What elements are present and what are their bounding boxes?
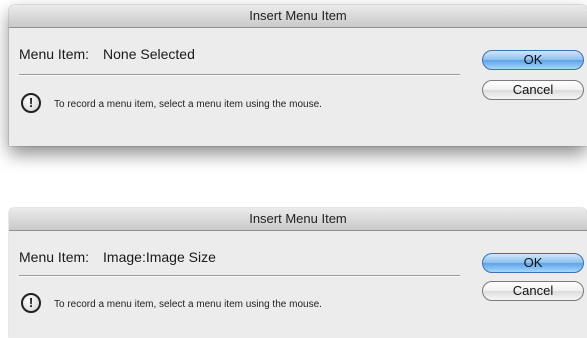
insert-menu-item-dialog: Insert Menu Item Menu Item: None Selected… xyxy=(9,5,587,146)
cancel-button[interactable]: Cancel xyxy=(482,80,584,100)
ok-button[interactable]: OK xyxy=(482,50,584,70)
hint-text: To record a menu item, select a menu ite… xyxy=(54,299,322,310)
hint-text: To record a menu item, select a menu ite… xyxy=(54,99,322,110)
menu-item-value: None Selected xyxy=(103,46,195,62)
insert-menu-item-dialog: Insert Menu Item Menu Item: Image:Image S… xyxy=(9,208,587,338)
ok-button[interactable]: OK xyxy=(482,253,584,273)
separator xyxy=(19,74,460,76)
menu-item-row: Menu Item: Image:Image Size xyxy=(19,249,216,265)
dialog-title: Insert Menu Item xyxy=(9,208,587,231)
screenshot-stage: Insert Menu Item Menu Item: None Selected… xyxy=(0,0,587,338)
separator xyxy=(19,275,460,277)
cancel-button[interactable]: Cancel xyxy=(482,281,584,301)
dialog-title: Insert Menu Item xyxy=(9,5,587,28)
menu-item-label: Menu Item: xyxy=(19,249,90,265)
exclamation-icon: ! xyxy=(21,293,41,313)
exclamation-icon: ! xyxy=(21,93,41,113)
menu-item-value: Image:Image Size xyxy=(103,249,216,265)
menu-item-row: Menu Item: None Selected xyxy=(19,46,195,62)
menu-item-label: Menu Item: xyxy=(19,46,90,62)
